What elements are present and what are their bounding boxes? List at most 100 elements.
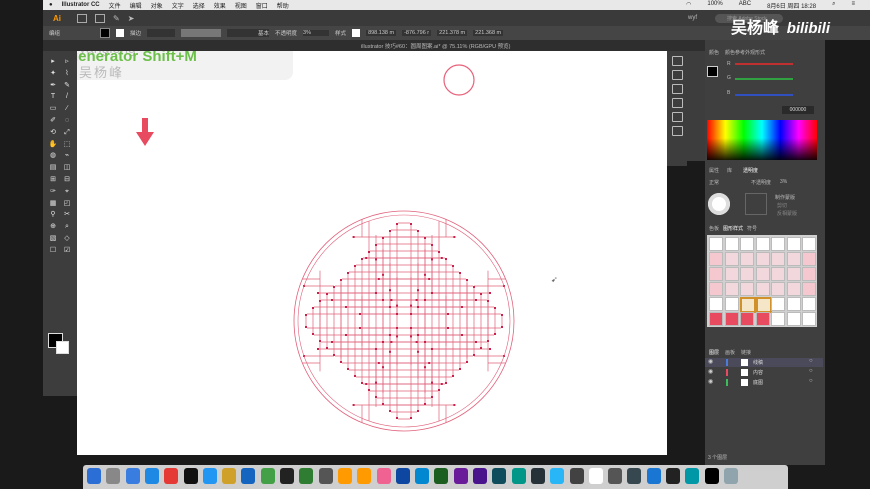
hex-field[interactable]: 000000 bbox=[782, 106, 814, 114]
graphic-style-swatch[interactable] bbox=[771, 312, 785, 326]
target-icon[interactable]: ○ bbox=[809, 358, 813, 364]
dock-app-icon[interactable] bbox=[376, 468, 391, 484]
graphic-style-swatch[interactable] bbox=[771, 267, 785, 281]
dock-app-icon[interactable] bbox=[144, 468, 159, 484]
artboards-tab[interactable]: 画板 bbox=[725, 349, 735, 356]
pen-tool-icon[interactable]: ✒ bbox=[47, 81, 59, 90]
dock-app-icon[interactable] bbox=[492, 468, 507, 484]
dock-app-icon[interactable] bbox=[685, 468, 700, 484]
opacity-field[interactable]: 3% bbox=[780, 179, 787, 185]
circular-maze-pattern[interactable] bbox=[291, 208, 517, 434]
eye-icon[interactable]: ◉ bbox=[708, 368, 713, 375]
graphic-style-swatch[interactable] bbox=[755, 252, 770, 266]
dock-app-icon[interactable] bbox=[299, 468, 314, 484]
shape-builder-tool-icon[interactable]: ◍ bbox=[47, 151, 59, 160]
transparency-tab[interactable]: 透明度 bbox=[743, 167, 758, 174]
menu-app-name[interactable]: Illustrator CC bbox=[62, 2, 100, 8]
graphic-style-swatch[interactable] bbox=[755, 267, 770, 281]
dock-app-icon[interactable] bbox=[164, 468, 179, 484]
x-field[interactable]: 898.138 m bbox=[366, 30, 397, 36]
edit-toolbar-tool-icon[interactable]: ☑ bbox=[61, 246, 73, 255]
layer-name[interactable]: 底图 bbox=[753, 379, 763, 386]
links-tab[interactable]: 链接 bbox=[741, 349, 751, 356]
make-mask-button[interactable]: 制作蒙版 bbox=[775, 194, 795, 201]
graphic-style-swatch[interactable] bbox=[802, 237, 816, 251]
dock-app-icon[interactable] bbox=[183, 468, 198, 484]
properties-panel-icon[interactable] bbox=[672, 70, 683, 80]
artboard-tool-icon[interactable]: ▦ bbox=[47, 199, 59, 208]
send-icon[interactable]: ➤ bbox=[128, 14, 135, 23]
pencil-tool-icon[interactable]: ✐ bbox=[47, 116, 59, 125]
dock-app-icon[interactable] bbox=[260, 468, 275, 484]
graphic-style-swatch[interactable] bbox=[802, 252, 816, 266]
graphic-style-swatch[interactable] bbox=[771, 297, 785, 311]
graphic-style-swatch[interactable] bbox=[724, 237, 739, 251]
graphic-style-swatch[interactable] bbox=[740, 282, 754, 296]
scale-tool-icon[interactable]: ⤢ bbox=[61, 128, 73, 137]
dock-app-icon[interactable] bbox=[125, 468, 140, 484]
type-tool-icon[interactable]: T bbox=[47, 92, 59, 101]
workspace-switcher[interactable]: wyf bbox=[688, 15, 697, 21]
perspective-tool-icon[interactable]: ⌁ bbox=[61, 151, 73, 160]
fill-swatch[interactable] bbox=[100, 28, 111, 38]
dock-app-icon[interactable] bbox=[87, 468, 101, 484]
zoom-tool-icon[interactable]: ⌕ bbox=[61, 222, 73, 231]
dock-app-icon[interactable] bbox=[395, 468, 410, 484]
graphic-style-swatch[interactable] bbox=[724, 282, 739, 296]
mask-thumbnail[interactable] bbox=[745, 193, 767, 215]
menu-type[interactable]: 文字 bbox=[172, 1, 184, 10]
invert-mask-checkbox[interactable]: 反相蒙版 bbox=[777, 210, 797, 217]
workspace-icon[interactable] bbox=[95, 13, 105, 23]
b-slider[interactable] bbox=[735, 94, 793, 96]
properties-tab[interactable]: 属性 bbox=[709, 167, 719, 174]
dock-app-icon[interactable] bbox=[569, 468, 584, 484]
graphic-style-swatch[interactable] bbox=[740, 237, 754, 251]
draw-mode-tool-icon[interactable]: ◇ bbox=[61, 234, 73, 243]
libraries-tab[interactable]: 库 bbox=[727, 167, 732, 174]
chart-tool-icon[interactable]: ▧ bbox=[47, 234, 59, 243]
graphic-style-swatch[interactable] bbox=[740, 312, 754, 326]
dock-app-icon[interactable] bbox=[511, 468, 526, 484]
brush-icon[interactable]: ✎ bbox=[113, 14, 120, 23]
dock-app-icon[interactable] bbox=[530, 468, 545, 484]
arrange-documents-icon[interactable] bbox=[77, 13, 87, 23]
document-tab[interactable]: illustrator 技巧#60：圆周图案.ai* @ 75.11% (RGB… bbox=[361, 42, 510, 50]
brush-definition[interactable]: 基本 bbox=[227, 29, 270, 37]
input-method[interactable]: ABC bbox=[739, 1, 751, 10]
color-spectrum[interactable] bbox=[707, 120, 817, 160]
blend-tool-icon[interactable]: ⊟ bbox=[61, 175, 73, 184]
dock-app-icon[interactable] bbox=[318, 468, 333, 484]
dock-app-icon[interactable] bbox=[434, 468, 449, 484]
clock[interactable]: 8月6日 周四 18:28 bbox=[767, 1, 816, 10]
graphic-style-swatch[interactable] bbox=[709, 312, 723, 326]
stroke-color-icon[interactable] bbox=[56, 341, 69, 354]
dock-app-icon[interactable] bbox=[337, 468, 352, 484]
layer-row[interactable]: ◉ 底图 ○ bbox=[705, 378, 823, 387]
graphic-style-swatch[interactable] bbox=[771, 237, 785, 251]
scissors-tool-icon[interactable]: ✂ bbox=[61, 210, 73, 219]
blend-mode-select[interactable]: 正常 bbox=[709, 179, 719, 186]
magic-wand-tool-icon[interactable]: ✦ bbox=[47, 69, 59, 78]
eye-icon[interactable]: ◉ bbox=[708, 378, 713, 385]
slice-tool-icon[interactable]: ◰ bbox=[61, 199, 73, 208]
dock-app-icon[interactable] bbox=[627, 468, 642, 484]
width-tool-icon[interactable]: ✋ bbox=[47, 140, 59, 149]
graphic-style-swatch[interactable] bbox=[724, 267, 739, 281]
graphic-style-swatch[interactable] bbox=[755, 282, 770, 296]
h-field[interactable]: 221.368 m bbox=[473, 30, 504, 36]
graphic-style-swatch[interactable] bbox=[786, 297, 801, 311]
graphic-style-swatch[interactable] bbox=[802, 312, 816, 326]
dock-app-icon[interactable] bbox=[415, 468, 430, 484]
graphic-style-swatch[interactable] bbox=[786, 267, 801, 281]
opacity-field[interactable]: 3% bbox=[303, 30, 330, 36]
layers-tab[interactable]: 图层 bbox=[709, 349, 719, 356]
menu-select[interactable]: 选择 bbox=[193, 1, 205, 10]
graphic-style-swatch[interactable] bbox=[786, 312, 801, 326]
r-slider[interactable] bbox=[735, 63, 793, 65]
symbols-tab[interactable]: 符号 bbox=[747, 225, 757, 232]
menu-list-icon[interactable]: ≡ bbox=[851, 1, 855, 10]
apple-icon[interactable]: ● bbox=[49, 2, 53, 8]
menu-file[interactable]: 文件 bbox=[109, 1, 121, 10]
clip-checkbox[interactable]: 剪切 bbox=[777, 202, 787, 209]
dock-app-icon[interactable] bbox=[646, 468, 661, 484]
